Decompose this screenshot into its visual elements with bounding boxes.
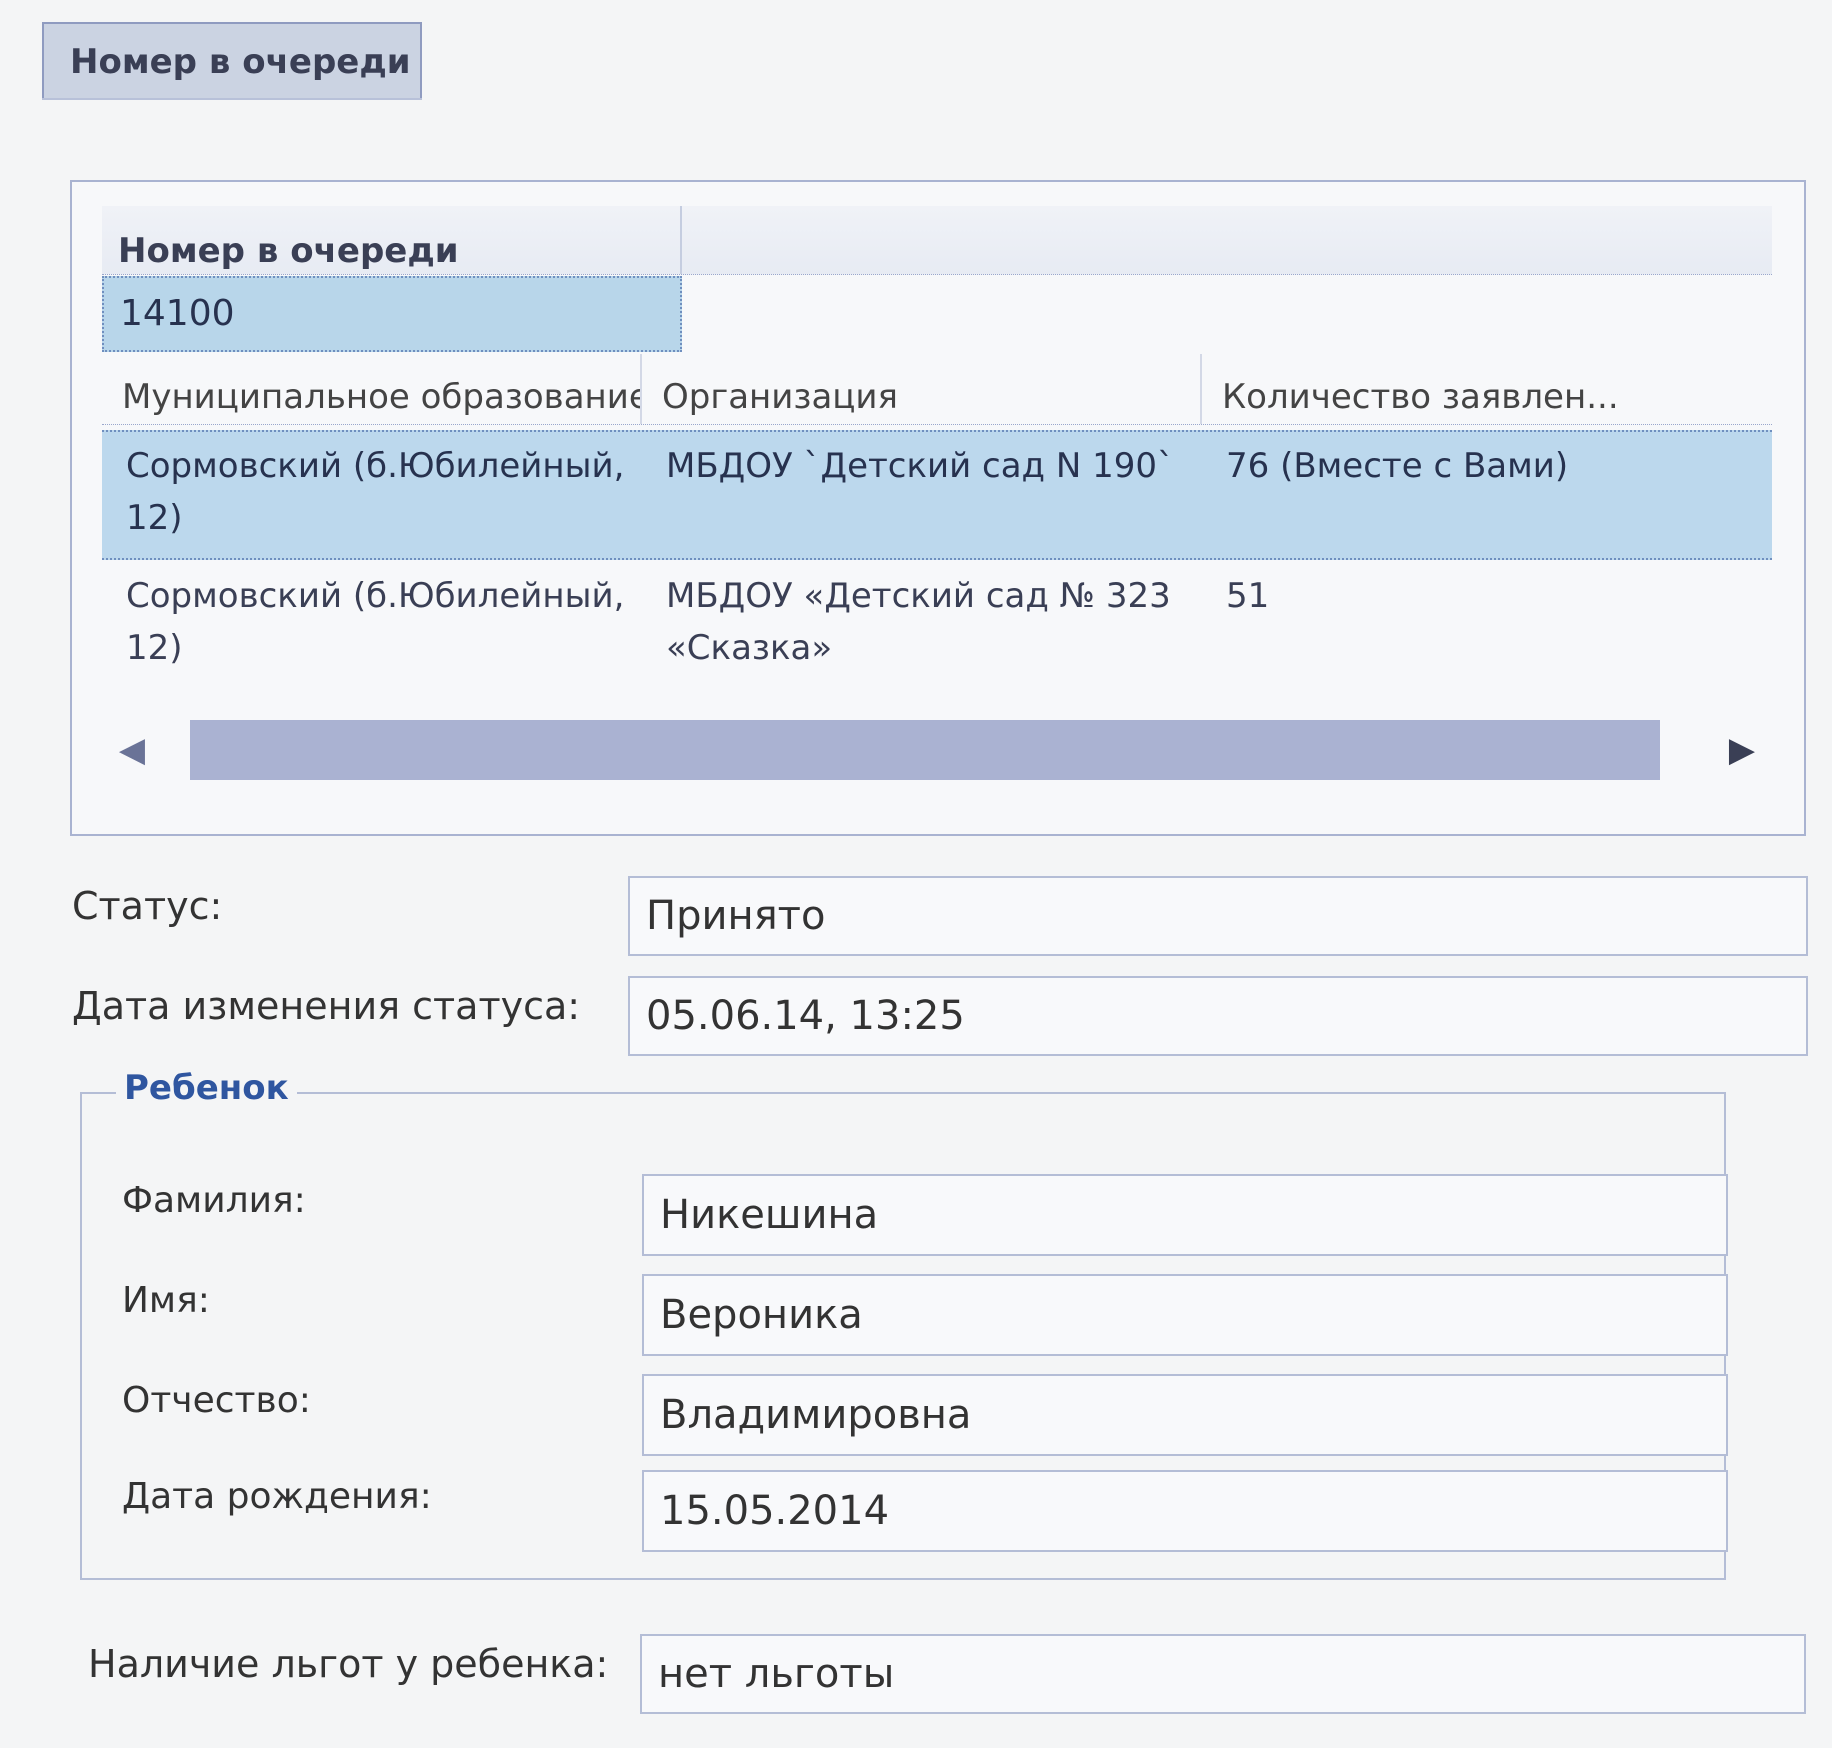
tab-queue-number[interactable]: Номер в очереди (42, 22, 422, 98)
status-label: Статус: (72, 884, 223, 928)
cell-applications-count: 51 (1226, 576, 1270, 616)
scrollbar-thumb[interactable] (190, 720, 1660, 780)
surname-field[interactable]: Никешина (642, 1174, 1728, 1256)
cell-applications-count: 76 (Вместе с Вами) (1226, 446, 1569, 486)
column-organization[interactable]: Организация (642, 354, 1202, 424)
cell-organization: МБДОУ `Детский сад N 190` (666, 446, 1175, 486)
name-label: Имя: (122, 1280, 210, 1321)
queue-header: Номер в очереди (102, 206, 1772, 275)
name-field[interactable]: Вероника (642, 1274, 1728, 1356)
table-header: Муниципальное образование Организация Ко… (102, 354, 1772, 425)
status-field[interactable]: Принято (628, 876, 1808, 956)
cell-municipality: Сормовский (б.Юбилейный, 12) (126, 446, 625, 538)
birth-date-field[interactable]: 15.05.2014 (642, 1470, 1728, 1552)
status-row: Статус: Принято (72, 876, 1808, 956)
surname-row: Фамилия: Никешина (122, 1174, 1728, 1256)
arrow-left-icon[interactable]: ◀ (108, 726, 156, 774)
column-municipality[interactable]: Муниципальное образование (102, 354, 642, 424)
patronymic-row: Отчество: Владимировна (122, 1374, 1728, 1456)
patronymic-field[interactable]: Владимировна (642, 1374, 1728, 1456)
horizontal-scrollbar[interactable]: ◀ ▶ (102, 716, 1772, 784)
status-date-row: Дата изменения статуса: 05.06.14, 13:25 (72, 976, 1808, 1056)
birth-date-label: Дата рождения: (122, 1476, 432, 1517)
cell-municipality: Сормовский (б.Юбилейный, 12) (126, 576, 625, 668)
benefits-field[interactable]: нет льготы (640, 1634, 1806, 1714)
column-applications-count[interactable]: Количество заявлен... (1202, 354, 1772, 424)
name-row: Имя: Вероника (122, 1274, 1728, 1356)
table-row[interactable]: Сормовский (б.Юбилейный, 12) МБДОУ `Детс… (102, 430, 1772, 560)
cell-organization: МБДОУ «Детский сад № 323 «Сказка» (666, 576, 1171, 668)
child-legend: Ребенок (116, 1068, 297, 1108)
arrow-right-icon[interactable]: ▶ (1718, 726, 1766, 774)
patronymic-label: Отчество: (122, 1380, 311, 1421)
status-date-field[interactable]: 05.06.14, 13:25 (628, 976, 1808, 1056)
status-date-label: Дата изменения статуса: (72, 984, 581, 1028)
queue-grid-panel: Номер в очереди 14100 Муниципальное обра… (70, 180, 1806, 836)
surname-label: Фамилия: (122, 1180, 306, 1221)
child-fieldset: Ребенок Фамилия: Никешина Имя: Вероника … (80, 1068, 1728, 1580)
queue-number-cell[interactable]: 14100 (102, 276, 682, 352)
birth-date-row: Дата рождения: 15.05.2014 (122, 1470, 1728, 1552)
table-row[interactable]: Сормовский (б.Юбилейный, 12) МБДОУ «Детс… (102, 562, 1772, 692)
queue-header-cell[interactable]: Номер в очереди (102, 206, 682, 274)
benefits-row: Наличие льгот у ребенка: нет льготы (88, 1634, 1824, 1714)
benefits-label: Наличие льгот у ребенка: (88, 1642, 609, 1686)
